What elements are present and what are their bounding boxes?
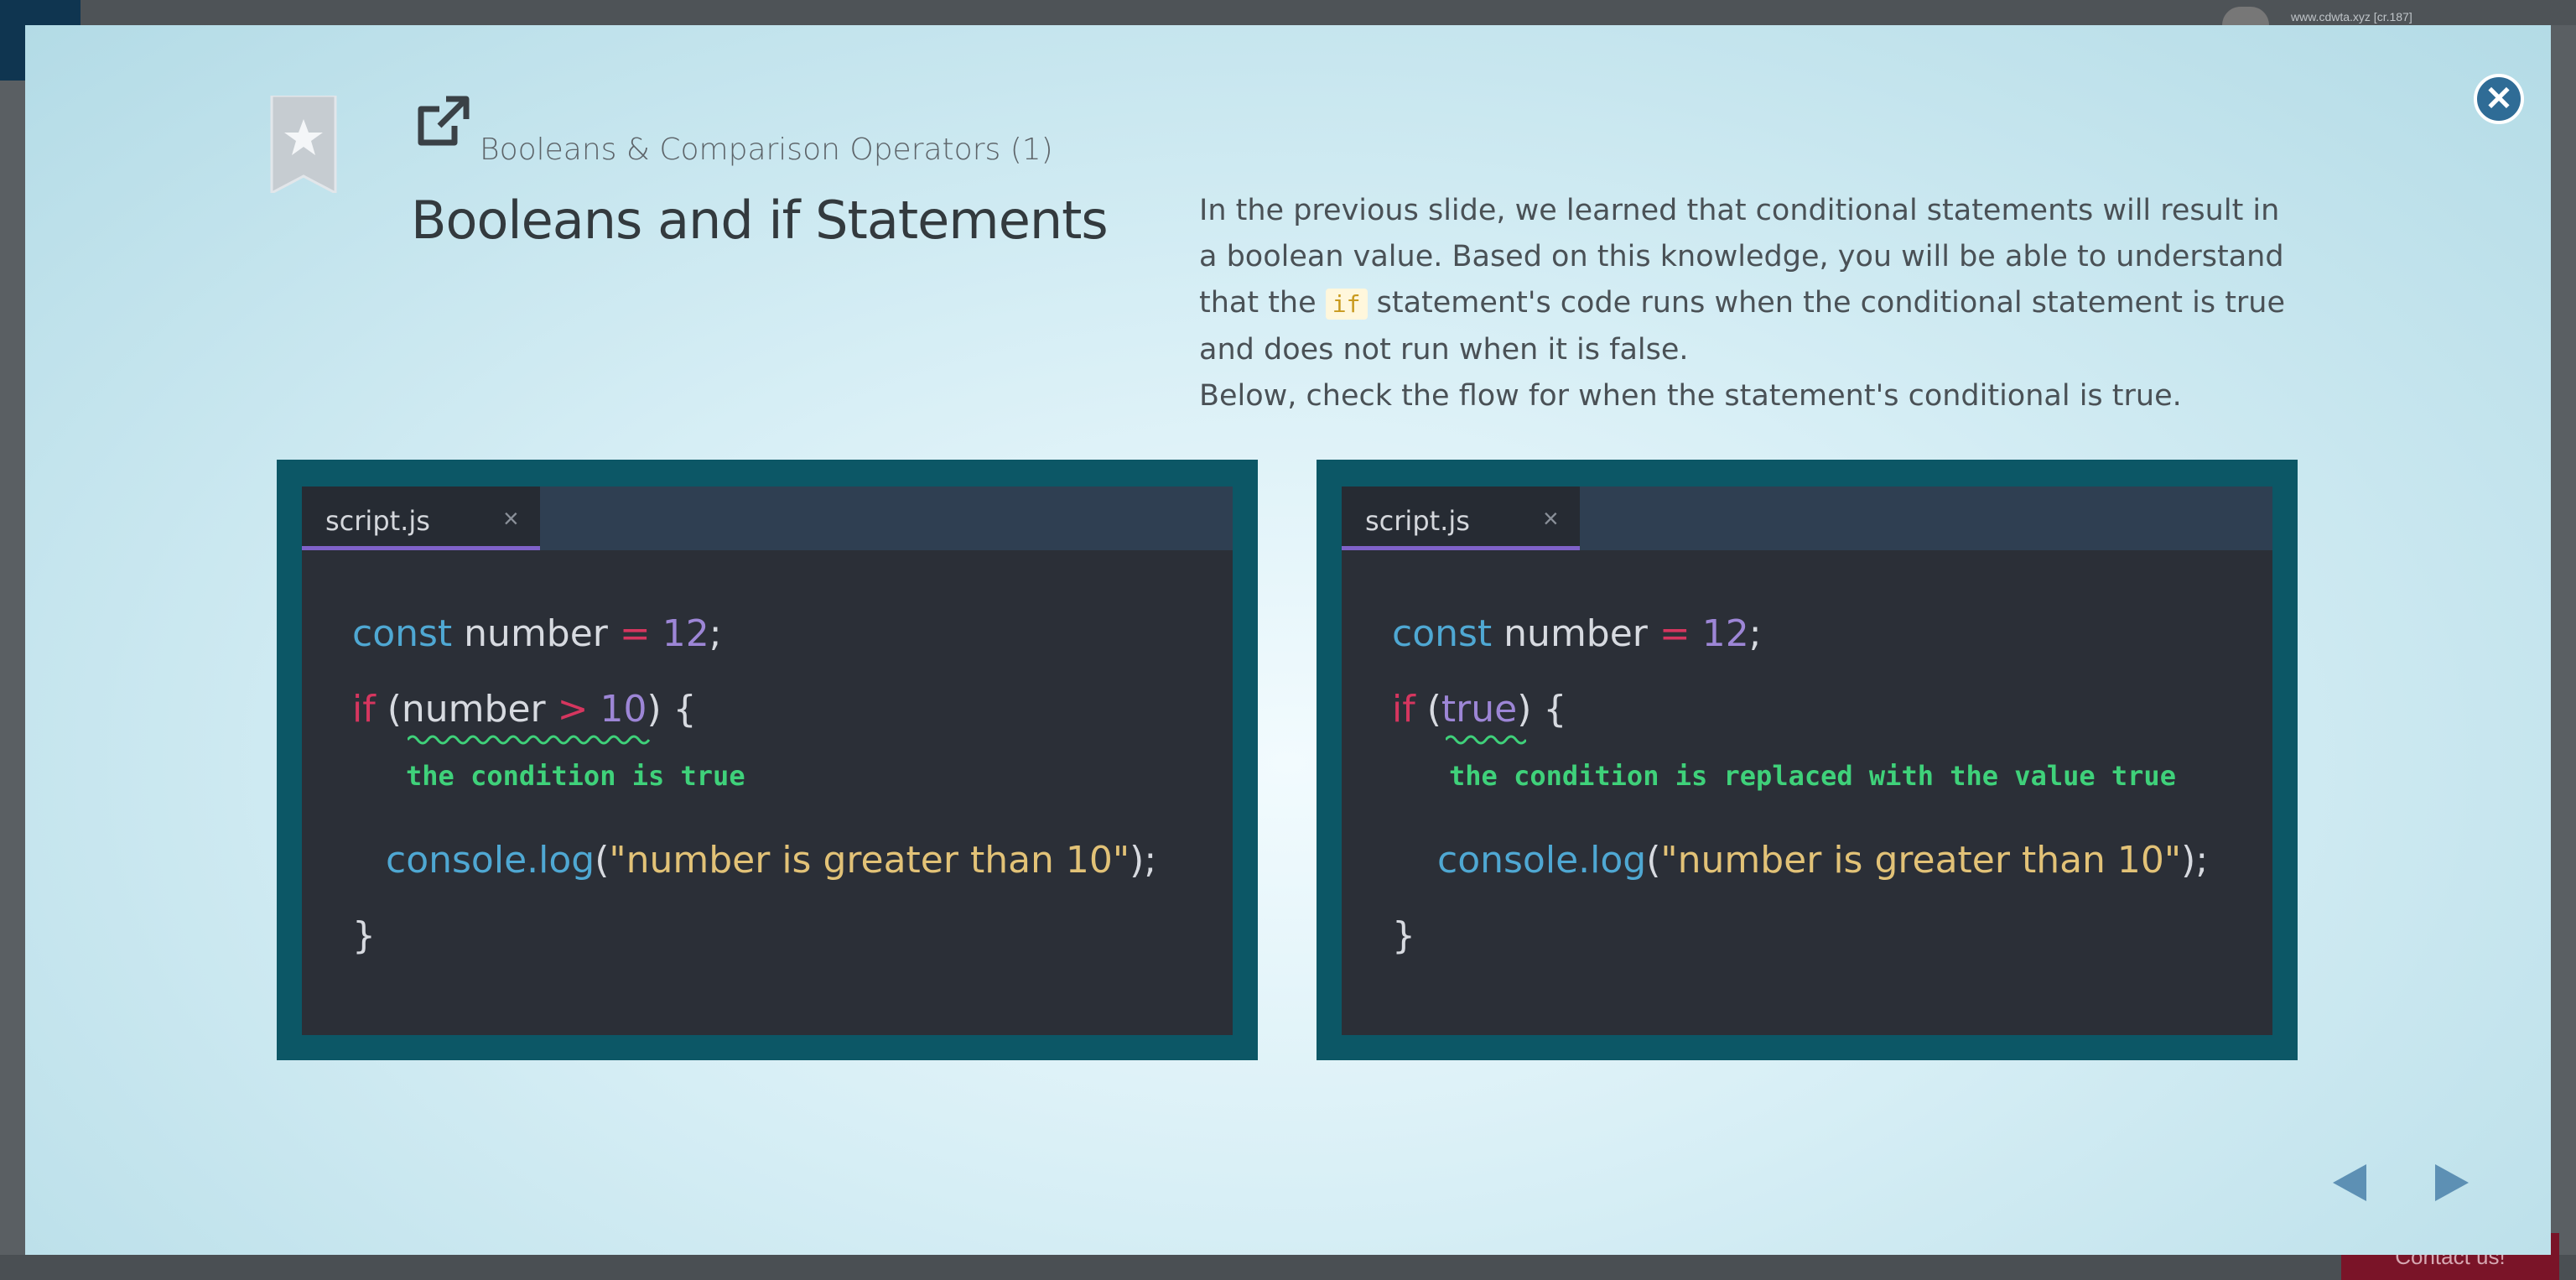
- code-punct: );: [2181, 839, 2209, 882]
- code-punct: ;: [709, 612, 722, 655]
- bookmark-star-icon[interactable]: [268, 96, 339, 193]
- code-line-1: const number = 12;: [352, 612, 722, 655]
- next-arrow-icon[interactable]: [2430, 1161, 2474, 1205]
- code-keyword-if: if: [1392, 688, 1415, 731]
- code-line-1: const number = 12;: [1392, 612, 1762, 655]
- code-editor: script.js × const number = 12; if (numbe…: [302, 487, 1233, 1035]
- code-punct: ) {: [1517, 688, 1567, 731]
- code-operator: =: [619, 612, 651, 655]
- code-number: 12: [1690, 612, 1749, 655]
- lesson-subtitle: Booleans & Comparison Operators (1): [480, 133, 1053, 167]
- tab-label: script.js: [1365, 505, 1470, 537]
- code-line-3: console.log("number is greater than 10")…: [1437, 839, 2208, 882]
- close-icon: ✕: [2485, 81, 2513, 117]
- description-line2: Below, check the flow for when the state…: [1199, 379, 2182, 413]
- code-identifier: number: [1492, 612, 1659, 655]
- code-function: console.log: [386, 839, 595, 882]
- lesson-description: In the previous slide, we learned that c…: [1199, 188, 2289, 419]
- squiggle-underline: [408, 735, 651, 745]
- background-topbar: [0, 0, 2576, 25]
- tab-close-icon[interactable]: ×: [503, 503, 519, 534]
- tab-script-js[interactable]: script.js ×: [1342, 487, 1580, 550]
- prev-arrow-icon[interactable]: [2328, 1161, 2371, 1205]
- editor-tabbar: script.js ×: [302, 487, 1233, 550]
- code-keyword-if: if: [352, 688, 376, 731]
- code-punct: (: [375, 688, 402, 731]
- code-line-4: }: [1392, 914, 1415, 957]
- code-boolean: true: [1441, 688, 1518, 731]
- code-identifier: number: [401, 688, 558, 731]
- code-punct: (: [595, 839, 610, 882]
- code-function: console.log: [1437, 839, 1647, 882]
- code-punct: ;: [1748, 612, 1762, 655]
- code-editor: script.js × const number = 12; if (true)…: [1342, 487, 2272, 1035]
- editor-tabbar: script.js ×: [1342, 487, 2272, 550]
- condition-note: the condition is replaced with the value…: [1449, 760, 2176, 792]
- code-line-4: }: [352, 914, 376, 957]
- code-string: "number is greater than 10": [609, 839, 1130, 882]
- code-operator: =: [1659, 612, 1690, 655]
- code-keyword: const: [1392, 612, 1493, 655]
- tab-script-js[interactable]: script.js ×: [302, 487, 540, 550]
- code-punct: ) {: [647, 688, 697, 731]
- code-operator: >: [557, 688, 589, 731]
- code-punct: (: [1646, 839, 1661, 882]
- background-url: www.cdwta.xyz [cr.187]: [2291, 10, 2412, 23]
- code-punct: );: [1130, 839, 1157, 882]
- code-identifier: number: [452, 612, 620, 655]
- close-button[interactable]: ✕: [2474, 74, 2524, 124]
- page-title: Booleans and if Statements: [411, 190, 1109, 251]
- condition-note: the condition is true: [406, 760, 745, 792]
- code-keyword: const: [352, 612, 453, 655]
- inline-code: if: [1325, 289, 1368, 320]
- code-panel-right: script.js × const number = 12; if (true)…: [1317, 460, 2298, 1060]
- external-link-icon[interactable]: [413, 92, 473, 153]
- code-number: 12: [650, 612, 709, 655]
- code-number: 10: [588, 688, 647, 731]
- code-panel-left: script.js × const number = 12; if (numbe…: [277, 460, 1258, 1060]
- code-line-2: if (number > 10) {: [352, 688, 697, 731]
- code-string: "number is greater than 10": [1660, 839, 2182, 882]
- code-line-2: if (true) {: [1392, 688, 1566, 731]
- background-bottom-bar: [0, 1255, 2576, 1280]
- code-line-3: console.log("number is greater than 10")…: [386, 839, 1156, 882]
- code-punct: (: [1415, 688, 1441, 731]
- lesson-modal: ✕ Booleans & Comparison Operators (1) Bo…: [25, 25, 2551, 1255]
- tab-close-icon[interactable]: ×: [1543, 503, 1559, 534]
- squiggle-underline: [1446, 735, 1526, 745]
- tab-label: script.js: [325, 505, 430, 537]
